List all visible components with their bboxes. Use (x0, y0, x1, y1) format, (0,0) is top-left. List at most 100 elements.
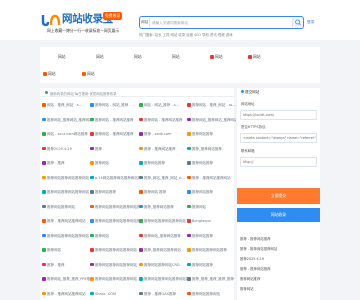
site-link[interactable]: 推荐 - 推荐网站推荐网站 (42, 216, 91, 226)
favicon-icon (139, 233, 143, 237)
site-link[interactable]: 推荐网站 (42, 245, 91, 255)
site-link[interactable]: 网站 - xccz.com网站推荐 (42, 129, 91, 139)
site-link[interactable]: 推荐网站推荐网站推荐网站推荐 (90, 216, 139, 226)
site-link[interactable]: 推荐网站 推荐 (139, 187, 188, 197)
site-link-label: 推荐网站推荐网站推荐网站 (47, 233, 89, 238)
category-item[interactable]: 网站 (82, 71, 95, 77)
site-link[interactable]: 推荐网站推荐网站推荐 (187, 245, 236, 255)
site-link[interactable]: 推荐网站推荐网站推荐网站 (42, 187, 91, 197)
site-link[interactable]: 推荐_推荐网站推荐 (187, 144, 236, 154)
favicon-icon (90, 233, 94, 237)
search-category-select[interactable]: 网站 (141, 18, 150, 27)
square-icon (210, 54, 214, 59)
site-link-label: 推荐网站推荐网站 (192, 291, 220, 296)
category-item[interactable]: 网站 (96, 54, 104, 60)
site-link[interactable]: 推荐网站 (90, 158, 139, 168)
list-item[interactable]: 推荐网站推荐 (240, 276, 260, 281)
search-input[interactable] (152, 18, 292, 27)
site-link[interactable]: 推荐_推荐网站推荐 (139, 202, 188, 212)
meta-field[interactable]: <meta content="always" name="referrer"> (240, 133, 317, 143)
favicon-icon (187, 146, 191, 150)
site-link[interactable]: 推荐网站推荐 (187, 129, 236, 139)
favicon-icon (42, 175, 46, 179)
url-field[interactable]: https://lucidt.com/ (240, 110, 317, 120)
site-link[interactable]: 推荐2025.4.19 (42, 144, 91, 154)
site-link[interactable]: 推荐网站推荐网站推荐网站 (42, 231, 91, 241)
site-link[interactable]: 网站 - 推荐_网站 - s... (42, 100, 91, 110)
list-item[interactable]: 推荐2025.4.19 (240, 256, 264, 261)
search-button[interactable] (292, 18, 302, 27)
site-link[interactable]: 推荐网站 - 网站_推荐 - ... (90, 100, 139, 110)
site-link[interactable]: 推荐网站 - 推荐网站推荐 (90, 129, 139, 139)
site-link[interactable]: 推荐网站推荐网站推荐网站 (90, 260, 139, 270)
site-link[interactable]: 推荐网站推荐网站推荐网站 (90, 245, 139, 255)
category-item[interactable]: 网站 (248, 54, 261, 60)
site-link[interactable]: 推荐网站推荐 (187, 260, 236, 270)
site-link[interactable]: 推荐网站推荐网站推荐网站推荐 (139, 274, 188, 284)
favicon-icon (90, 219, 94, 223)
hot-words[interactable]: 热门搜索: 站长 工具 网站 收录 百度 SEO 导航 资讯 视频 游戏 (139, 32, 232, 37)
site-link[interactable]: 推荐 - 推荐GAX推荐 (139, 289, 188, 299)
site-link[interactable]: 推荐 - 推荐网站推荐 (139, 144, 188, 154)
site-link[interactable]: 推荐网站 - 推荐_网站 - ss... (187, 100, 236, 110)
site-link[interactable]: 推荐 - 推荐网站推荐网站 (187, 173, 236, 183)
site-link[interactable]: 推荐网站 (187, 202, 236, 212)
site-link-label: 推荐网站 (95, 233, 109, 238)
login-link[interactable]: 登录 (307, 20, 314, 25)
category-item[interactable]: 网站 (58, 54, 66, 60)
list-item[interactable]: 推荐 - 推荐网站推荐 (240, 236, 271, 241)
site-link[interactable]: p.15网站推荐网站推荐网站推荐 (90, 173, 139, 183)
site-link[interactable]: 推荐网站 - 推荐网站推荐 (90, 115, 139, 125)
site-link[interactable]: 推荐网站推荐 (187, 187, 236, 197)
site-link[interactable]: Bongfaqun (187, 216, 236, 226)
site-link[interactable]: 推荐网站_推荐网站_推荐网站 (42, 115, 91, 125)
site-link[interactable]: 推荐_推荐_推荐_推荐_推荐 (187, 274, 236, 284)
list-item[interactable]: 推荐网站 (240, 286, 254, 291)
site-link[interactable]: 推荐网站推荐网站 (42, 202, 91, 212)
category-item[interactable]: 网站 (172, 54, 180, 60)
site-link[interactable]: 推荐_推荐网站推荐网站 (139, 245, 188, 255)
site-link-label: 推荐网站推荐网站CRD (144, 262, 180, 267)
submit-button[interactable]: 立即提交 (237, 188, 320, 204)
site-link[interactable]: 推荐 (90, 144, 139, 154)
category-item[interactable]: 网站 (134, 54, 142, 60)
site-link[interactable]: 推荐网站推荐网站推荐网站 (90, 274, 139, 284)
site-link[interactable]: 推荐网站推荐 (90, 187, 139, 197)
site-link[interactable]: 推荐网站_推荐网站_推荐网站 (187, 115, 236, 125)
site-link[interactable]: Shack .COM (90, 289, 139, 299)
site-link[interactable]: 推荐网站推荐网站CRD (139, 260, 188, 270)
site-link[interactable]: 推荐网站推荐 (187, 158, 236, 168)
favicon-icon (90, 132, 94, 136)
site-link[interactable]: 推荐网站_推荐_推荐_PPE推荐 (42, 274, 91, 284)
site-link[interactable]: 推荐网站 - 推荐网站推荐 (139, 115, 188, 125)
favicon-icon (90, 103, 94, 107)
site-link[interactable]: 推荐 - 推荐 (42, 260, 91, 270)
collect-button[interactable]: 网站收录 (237, 208, 320, 222)
site-link[interactable]: 推荐网站推荐网站推荐网站 (139, 216, 188, 226)
site-link[interactable]: 推荐 - 推荐 (42, 158, 91, 168)
square-icon (43, 71, 47, 76)
site-link[interactable]: 推荐网站 (90, 231, 139, 241)
site-link[interactable]: 推荐网站推荐网站 (187, 289, 236, 299)
site-link[interactable]: 推荐网站推荐 (139, 158, 188, 168)
site-link-label: 推荐网站 (192, 204, 206, 209)
site-link[interactable]: 网站 - 网站_推荐 - s... (139, 100, 188, 110)
site-link[interactable]: 推荐 - xzdb.com (139, 129, 188, 139)
list-item[interactable]: 推荐 - 推荐网站推荐 (240, 266, 271, 271)
site-link[interactable]: 推荐网站推荐 (187, 231, 236, 241)
site-link[interactable]: 推荐_网站_推荐_网站_A... (139, 173, 188, 183)
site-link-label: 推荐网站 推荐 (144, 190, 167, 194)
favicon-icon (187, 175, 191, 179)
list-item[interactable]: 推荐 - 推荐网站推荐网站 (240, 246, 277, 251)
site-link-label: 推荐网站推荐 (192, 262, 213, 267)
category-item[interactable]: 网站 (43, 71, 56, 77)
site-link[interactable]: 推荐网站推荐网站推荐网站推荐 (90, 202, 139, 212)
category-item[interactable]: 网站 (210, 54, 223, 60)
site-link[interactable]: 推荐网站_推荐网站推荐 (139, 231, 188, 241)
site-link[interactable]: 推荐网站推荐网站推荐网站 (42, 173, 91, 183)
latest-sites-panel: 最新收录的网站·每日更新·优质网站推荐收录 网站 - 推荐_网站 - s... 推… (40, 88, 236, 300)
site-link-label: 推荐 - 推荐网站推荐网站 (192, 175, 231, 180)
site-link[interactable]: 推荐 - 推荐网站推荐网站 (42, 289, 91, 299)
favicon-icon (187, 248, 191, 252)
email-field[interactable]: http:// (240, 157, 317, 167)
